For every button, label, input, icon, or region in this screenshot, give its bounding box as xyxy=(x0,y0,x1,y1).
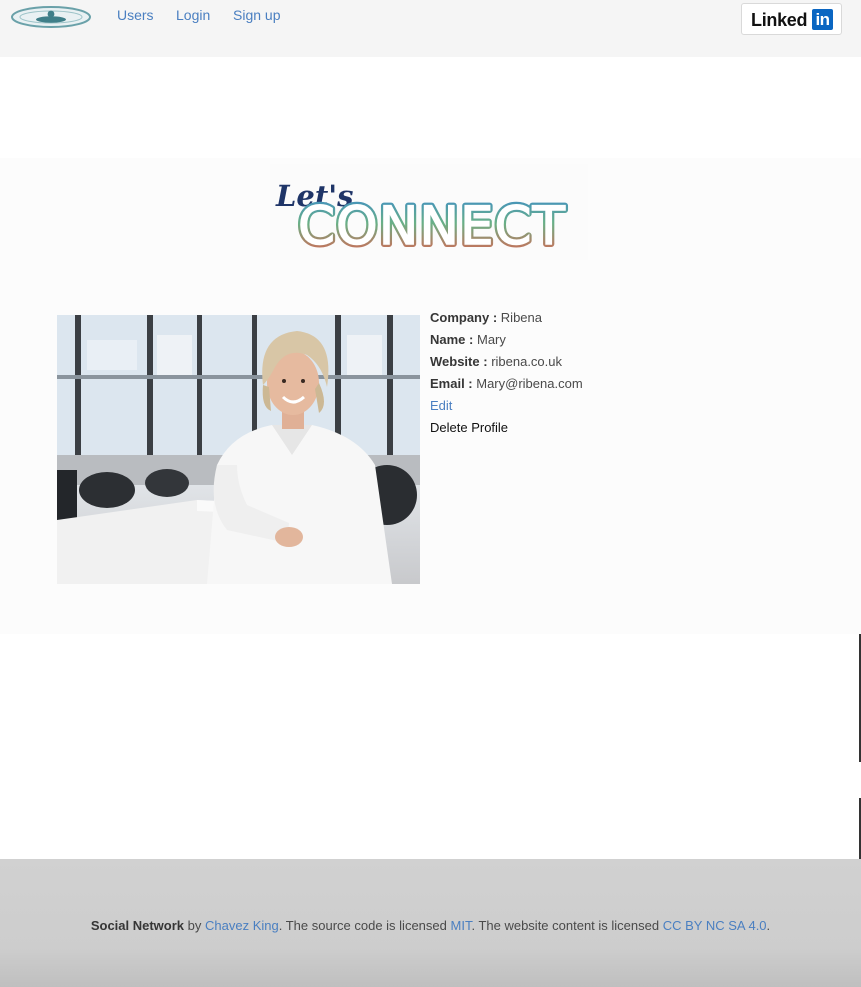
footer: Social Network by Chavez King. The sourc… xyxy=(0,859,861,987)
linkedin-wordmark: Linked xyxy=(751,10,808,30)
name-row: Name : Mary xyxy=(430,329,583,351)
name-value: Mary xyxy=(476,332,506,347)
email-label: Email : xyxy=(430,376,473,391)
email-row: Email : Mary@ribena.com xyxy=(430,373,583,395)
lets-connect-banner: Let's CONNECT CONNECT xyxy=(270,164,588,260)
footer-author-link[interactable]: Chavez King xyxy=(205,918,279,933)
nav-link-login[interactable]: Login xyxy=(176,7,210,23)
footer-text: Social Network by Chavez King. The sourc… xyxy=(0,918,861,934)
nav-link-users[interactable]: Users xyxy=(117,7,154,23)
profile-details: Company : Ribena Name : Mary Website : r… xyxy=(430,307,583,439)
site-logo-icon[interactable] xyxy=(10,5,92,29)
website-label: Website : xyxy=(430,354,488,369)
profile-photo xyxy=(57,315,420,584)
footer-site-name: Social Network xyxy=(90,918,185,933)
name-label: Name : xyxy=(430,332,474,347)
linkedin-button[interactable]: Linked in xyxy=(741,3,842,35)
website-row: Website : ribena.co.uk xyxy=(430,351,583,373)
company-value: Ribena xyxy=(500,310,542,325)
company-label: Company : xyxy=(430,310,498,325)
footer-content-text: . The website content is licensed xyxy=(471,918,660,933)
footer-code-text: . The source code is licensed xyxy=(278,918,447,933)
footer-cc-link[interactable]: CC BY NC SA 4.0 xyxy=(663,918,767,933)
footer-end: . xyxy=(766,918,771,933)
edit-profile-link[interactable]: Edit xyxy=(430,395,583,417)
footer-mit-link[interactable]: MIT xyxy=(451,918,472,933)
company-row: Company : Ribena xyxy=(430,307,583,329)
nav-link-signup[interactable]: Sign up xyxy=(233,7,280,23)
website-value: ribena.co.uk xyxy=(491,354,563,369)
navbar: Users Login Sign up Linked in xyxy=(0,0,861,57)
email-value: Mary@ribena.com xyxy=(476,376,583,391)
linkedin-in-icon: in xyxy=(812,9,833,30)
footer-by: by xyxy=(187,918,202,933)
banner-connect-text: CONNECT xyxy=(298,196,566,257)
delete-profile-link[interactable]: Delete Profile xyxy=(430,417,583,439)
